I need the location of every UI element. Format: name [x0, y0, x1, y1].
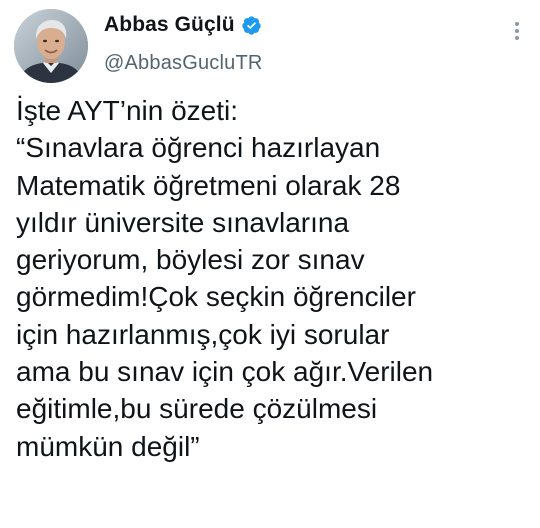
verified-badge-icon	[241, 15, 262, 36]
author-info: Abbas Güçlü @AbbasGucluTR	[104, 12, 263, 75]
handle[interactable]: @AbbasGucluTR	[104, 52, 263, 75]
more-options-icon[interactable]	[508, 20, 526, 42]
tweet-text: İşte AYT’nin özeti: “Sınavlara öğrenci h…	[16, 95, 434, 462]
display-name[interactable]: Abbas Güçlü	[104, 13, 235, 37]
name-row: Abbas Güçlü	[104, 12, 263, 38]
tweet: Abbas Güçlü @AbbasGucluTR İşte AYT’nin ö…	[0, 0, 540, 528]
profile-photo-icon	[14, 9, 88, 83]
avatar[interactable]	[14, 9, 88, 83]
